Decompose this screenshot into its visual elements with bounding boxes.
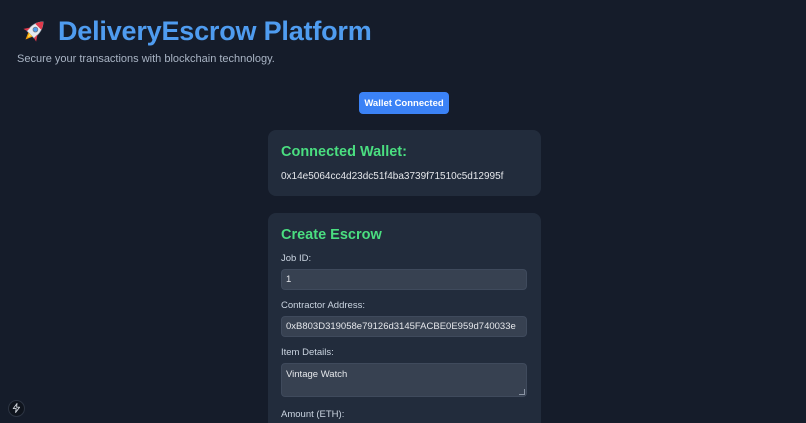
page-title: DeliveryEscrow Platform (58, 15, 372, 46)
item-details-wrapper: Vintage Watch (281, 363, 527, 397)
wallet-connected-button[interactable]: Wallet Connected (359, 92, 449, 114)
wallet-address: 0x14e5064cc4d23dc51f4ba3739f71510c5d1299… (281, 171, 504, 182)
lightning-bolt-button[interactable] (8, 400, 25, 417)
create-escrow-card: Create Escrow Job ID: Contractor Address… (268, 213, 541, 423)
page: DeliveryEscrow Platform Secure your tran… (0, 0, 806, 423)
page-subtitle: Secure your transactions with blockchain… (17, 53, 275, 65)
contractor-address-label: Contractor Address: (281, 300, 365, 311)
amount-label: Amount (ETH): (281, 409, 345, 420)
contractor-address-input[interactable] (281, 316, 527, 337)
create-escrow-heading: Create Escrow (281, 227, 382, 243)
rocket-icon (18, 15, 50, 47)
page-header: DeliveryEscrow Platform (18, 12, 372, 50)
item-details-label: Item Details: (281, 347, 334, 358)
job-id-input[interactable] (281, 269, 527, 290)
connected-wallet-heading: Connected Wallet: (281, 144, 407, 160)
item-details-textarea[interactable]: Vintage Watch (281, 363, 527, 397)
connected-wallet-card: Connected Wallet: 0x14e5064cc4d23dc51f4b… (268, 130, 541, 196)
lightning-bolt-icon (12, 400, 21, 418)
job-id-label: Job ID: (281, 253, 312, 264)
